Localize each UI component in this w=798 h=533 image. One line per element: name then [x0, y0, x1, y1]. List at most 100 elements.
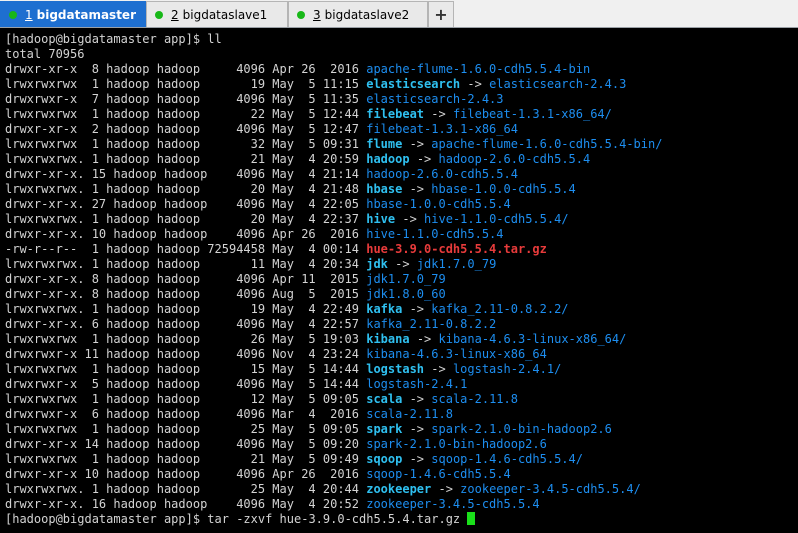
- file-meta: lrwxrwxrwx. 1 hadoop hadoop 21 May 4 20:…: [5, 152, 367, 166]
- file-meta: drwxr-xr-x. 8 hadoop hadoop 4096 Aug 5 2…: [5, 287, 367, 301]
- file-meta: lrwxrwxrwx 1 hadoop hadoop 26 May 5 19:0…: [5, 332, 367, 346]
- cursor-icon: [467, 512, 476, 525]
- list-item: drwxr-xr-x. 27 hadoop hadoop 4096 May 4 …: [5, 197, 511, 212]
- file-meta: drwxrwxr-x 5 hadoop hadoop 4096 May 5 14…: [5, 377, 367, 391]
- list-item: lrwxrwxrwx 1 hadoop hadoop 12 May 5 09:0…: [5, 392, 518, 407]
- link-arrow: ->: [402, 182, 432, 196]
- link-target: logstash-2.4.1/: [452, 362, 562, 376]
- list-item: lrwxrwxrwx. 1 hadoop hadoop 19 May 4 22:…: [5, 302, 569, 317]
- list-item: drwxr-xr-x. 8 hadoop hadoop 4096 Apr 11 …: [5, 272, 446, 287]
- prompt-line: [hadoop@bigdatamaster app]$ tar -zxvf hu…: [5, 512, 476, 527]
- list-item: lrwxrwxrwx. 1 hadoop hadoop 11 May 4 20:…: [5, 257, 496, 272]
- list-item: drwxr-xr-x. 10 hadoop hadoop 4096 Apr 26…: [5, 227, 504, 242]
- file-meta: drwxrwxr-x 7 hadoop hadoop 4096 May 5 11…: [5, 92, 367, 106]
- file-name: kafka: [366, 302, 403, 316]
- list-item: drwxr-xr-x. 6 hadoop hadoop 4096 May 4 2…: [5, 317, 496, 332]
- link-arrow: ->: [424, 107, 453, 121]
- list-item: drwxr-xr-x 10 hadoop hadoop 4096 Apr 26 …: [5, 467, 511, 482]
- file-name: hadoop: [366, 152, 410, 166]
- file-name: kafka_2.11-0.8.2.2: [366, 317, 497, 331]
- file-meta: lrwxrwxrwx 1 hadoop hadoop 25 May 5 09:0…: [5, 422, 367, 436]
- file-name: kibana: [366, 332, 410, 346]
- file-name: jdk: [366, 257, 388, 271]
- list-item: lrwxrwxrwx. 1 hadoop hadoop 21 May 4 20:…: [5, 152, 590, 167]
- file-meta: drwxr-xr-x 2 hadoop hadoop 4096 May 5 12…: [5, 122, 367, 136]
- link-arrow: ->: [431, 482, 461, 496]
- total-line: total 70956: [5, 47, 85, 61]
- link-arrow: ->: [460, 77, 490, 91]
- file-name: flume: [366, 137, 403, 151]
- tab-bigdatamaster[interactable]: 1 bigdatamaster: [0, 1, 146, 27]
- link-target: kibana-4.6.3-linux-x86_64/: [438, 332, 627, 346]
- list-item: lrwxrwxrwx 1 hadoop hadoop 19 May 5 11:1…: [5, 77, 626, 92]
- connected-dot-icon: [9, 10, 17, 19]
- file-name: hbase: [366, 182, 403, 196]
- file-meta: drwxr-xr-x. 15 hadoop hadoop 4096 May 4 …: [5, 167, 367, 181]
- command-text: ll: [207, 32, 222, 46]
- file-name: zookeeper: [366, 482, 432, 496]
- list-item: drwxrwxr-x 6 hadoop hadoop 4096 Mar 4 20…: [5, 407, 453, 422]
- file-name: jdk1.8.0_60: [366, 287, 446, 301]
- file-meta: lrwxrwxrwx. 1 hadoop hadoop 11 May 4 20:…: [5, 257, 367, 271]
- file-meta: drwxr-xr-x. 6 hadoop hadoop 4096 May 4 2…: [5, 317, 367, 331]
- file-meta: drwxr-xr-x 14 hadoop hadoop 4096 May 5 0…: [5, 437, 367, 451]
- link-arrow: ->: [402, 302, 432, 316]
- link-target: elasticsearch-2.4.3: [489, 77, 627, 91]
- file-name: jdk1.7.0_79: [366, 272, 446, 286]
- link-target: sqoop-1.4.6-cdh5.5.4/: [431, 452, 583, 466]
- file-name: scala-2.11.8: [366, 407, 453, 421]
- list-item: lrwxrwxrwx 1 hadoop hadoop 21 May 5 09:4…: [5, 452, 583, 467]
- link-target: kafka_2.11-0.8.2.2/: [431, 302, 569, 316]
- list-item: drwxrwxr-x 7 hadoop hadoop 4096 May 5 11…: [5, 92, 504, 107]
- list-item: lrwxrwxrwx. 1 hadoop hadoop 20 May 4 22:…: [5, 212, 569, 227]
- link-target: filebeat-1.3.1-x86_64/: [452, 107, 612, 121]
- file-name: elasticsearch-2.4.3: [366, 92, 504, 106]
- file-name: filebeat-1.3.1-x86_64: [366, 122, 518, 136]
- link-arrow: ->: [402, 422, 432, 436]
- link-arrow: ->: [402, 137, 432, 151]
- list-item: drwxr-xr-x 2 hadoop hadoop 4096 May 5 12…: [5, 122, 518, 137]
- file-name: hue-3.9.0-cdh5.5.4.tar.gz: [366, 242, 547, 256]
- prompt-line: [hadoop@bigdatamaster app]$ ll: [5, 32, 222, 47]
- file-meta: drwxr-xr-x. 16 hadoop hadoop 4096 May 4 …: [5, 497, 367, 511]
- file-name: sqoop: [366, 452, 403, 466]
- file-name: hive: [366, 212, 396, 226]
- file-meta: drwxr-xr-x 10 hadoop hadoop 4096 Apr 26 …: [5, 467, 367, 481]
- new-tab-button[interactable]: +: [428, 1, 454, 27]
- tab-number: 3: [313, 7, 321, 22]
- file-meta: drwxr-xr-x. 8 hadoop hadoop 4096 Apr 11 …: [5, 272, 367, 286]
- file-name: spark: [366, 422, 403, 436]
- link-target: spark-2.1.0-bin-hadoop2.6: [431, 422, 612, 436]
- file-meta: lrwxrwxrwx 1 hadoop hadoop 19 May 5 11:1…: [5, 77, 367, 91]
- tab-bigdataslave1[interactable]: 2 bigdataslave1: [146, 1, 288, 27]
- file-meta: lrwxrwxrwx. 1 hadoop hadoop 20 May 4 22:…: [5, 212, 367, 226]
- link-target: zookeeper-3.4.5-cdh5.5.4/: [460, 482, 641, 496]
- file-name: scala: [366, 392, 403, 406]
- file-meta: lrwxrwxrwx. 1 hadoop hadoop 19 May 4 22:…: [5, 302, 367, 316]
- file-name: hbase-1.0.0-cdh5.5.4: [366, 197, 511, 211]
- file-meta: drwxr-xr-x. 27 hadoop hadoop 4096 May 4 …: [5, 197, 367, 211]
- list-item: lrwxrwxrwx. 1 hadoop hadoop 25 May 4 20:…: [5, 482, 641, 497]
- file-meta: lrwxrwxrwx 1 hadoop hadoop 21 May 5 09:4…: [5, 452, 367, 466]
- file-meta: lrwxrwxrwx 1 hadoop hadoop 22 May 5 12:4…: [5, 107, 367, 121]
- link-arrow: ->: [402, 392, 432, 406]
- tab-label: bigdataslave2: [324, 7, 410, 22]
- tab-number: 2: [171, 7, 179, 22]
- tab-bigdataslave2[interactable]: 3 bigdataslave2: [288, 1, 428, 27]
- shell-prompt: [hadoop@bigdatamaster app]$: [5, 32, 208, 46]
- tab-bar: 1 bigdatamaster 2 bigdataslave1 3 bigdat…: [0, 0, 798, 28]
- connected-dot-icon: [155, 10, 163, 19]
- file-name: apache-flume-1.6.0-cdh5.5.4-bin: [366, 62, 591, 76]
- tab-number: 1: [25, 7, 33, 22]
- file-meta: lrwxrwxrwx. 1 hadoop hadoop 25 May 4 20:…: [5, 482, 367, 496]
- list-item: drwxr-xr-x 14 hadoop hadoop 4096 May 5 0…: [5, 437, 547, 452]
- list-item: lrwxrwxrwx 1 hadoop hadoop 32 May 5 09:3…: [5, 137, 662, 152]
- file-name: hadoop-2.6.0-cdh5.5.4: [366, 167, 518, 181]
- file-name: kibana-4.6.3-linux-x86_64: [366, 347, 547, 361]
- file-meta: lrwxrwxrwx. 1 hadoop hadoop 20 May 4 21:…: [5, 182, 367, 196]
- list-item: lrwxrwxrwx 1 hadoop hadoop 25 May 5 09:0…: [5, 422, 612, 437]
- list-item: drwxr-xr-x. 8 hadoop hadoop 4096 Aug 5 2…: [5, 287, 446, 302]
- list-item: drwxr-xr-x. 16 hadoop hadoop 4096 May 4 …: [5, 497, 540, 512]
- list-item: drwxrwxr-x 5 hadoop hadoop 4096 May 5 14…: [5, 377, 467, 392]
- terminal-output[interactable]: [hadoop@bigdatamaster app]$ ll total 709…: [0, 28, 798, 533]
